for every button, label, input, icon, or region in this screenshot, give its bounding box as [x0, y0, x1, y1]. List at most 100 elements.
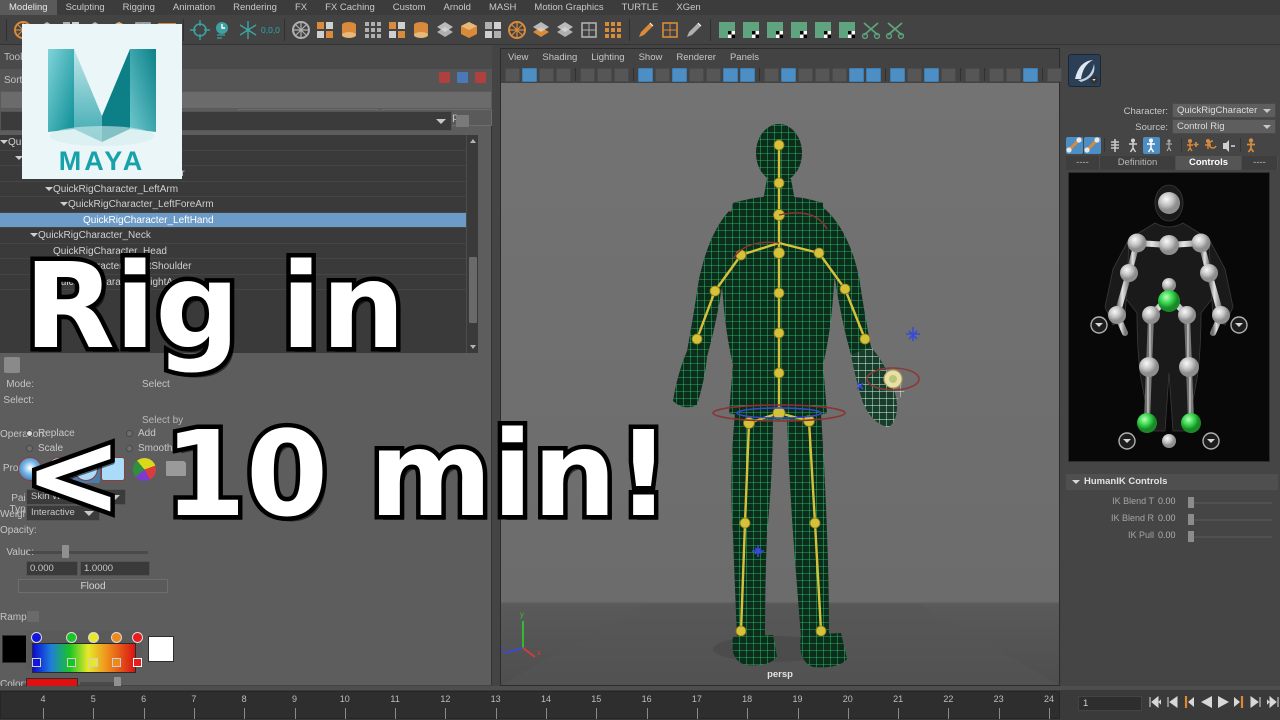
- camera-attrs-icon[interactable]: [522, 67, 537, 82]
- viewport-menu-panels[interactable]: Panels: [723, 49, 766, 66]
- ramp-stop-red[interactable]: [132, 632, 143, 643]
- humanik-tab-controls[interactable]: Controls: [1176, 156, 1242, 170]
- menu-item-rigging[interactable]: Rigging: [114, 0, 164, 15]
- ik-param-slider-track[interactable]: [1194, 501, 1272, 504]
- viewport-menu-show[interactable]: Show: [632, 49, 670, 66]
- speaker-icon[interactable]: [456, 115, 469, 127]
- snap-grid-icon[interactable]: [189, 19, 211, 41]
- menu-item-arnold[interactable]: Arnold: [434, 0, 479, 15]
- ramp-handle-blue[interactable]: [32, 658, 41, 667]
- resolution-gate-icon[interactable]: [672, 67, 687, 82]
- uv-editor-icon[interactable]: [836, 19, 858, 41]
- image-plane-icon[interactable]: [556, 67, 571, 82]
- circularize-icon[interactable]: [506, 19, 528, 41]
- body-part-icon[interactable]: [1125, 137, 1142, 154]
- step-forward-frame-button[interactable]: [1250, 694, 1263, 710]
- ik-param-value[interactable]: 0.00: [1158, 496, 1176, 506]
- menu-item-mash[interactable]: MASH: [480, 0, 525, 15]
- xray-icon[interactable]: [723, 67, 738, 82]
- smooth-icon[interactable]: [362, 19, 384, 41]
- smooth-shade-icon[interactable]: [781, 67, 796, 82]
- menu-item-custom[interactable]: Custom: [384, 0, 435, 15]
- grease-pencil-icon[interactable]: [614, 67, 629, 82]
- character-dropdown[interactable]: QuickRigCharacter: [1172, 103, 1276, 118]
- xray-joints-icon[interactable]: [740, 67, 755, 82]
- lighting-icon[interactable]: [849, 67, 864, 82]
- viewport-menu-view[interactable]: View: [501, 49, 535, 66]
- texture-icon[interactable]: [832, 67, 847, 82]
- bridge-icon[interactable]: [458, 19, 480, 41]
- snap-point-icon[interactable]: [237, 19, 259, 41]
- scrollbar-thumb[interactable]: [469, 257, 477, 323]
- isolate-select-icon[interactable]: [965, 67, 980, 82]
- source-dropdown[interactable]: Control Rig: [1172, 119, 1276, 134]
- shadows-icon[interactable]: [866, 67, 881, 82]
- film-gate-icon[interactable]: [655, 67, 670, 82]
- fill-hole-icon[interactable]: [530, 19, 552, 41]
- step-back-key-button[interactable]: [1182, 694, 1195, 710]
- expand-arrow-icon[interactable]: [60, 202, 68, 206]
- bookmarks-icon[interactable]: [539, 67, 554, 82]
- shade-toggle-icon[interactable]: [798, 67, 813, 82]
- uv-planar-icon[interactable]: [716, 19, 738, 41]
- ik-param-slider-track[interactable]: [1194, 518, 1272, 521]
- grid-toggle-icon[interactable]: [638, 67, 653, 82]
- play-forward-button[interactable]: [1216, 694, 1229, 710]
- min-value-field[interactable]: 0.000: [26, 561, 78, 576]
- outliner-row[interactable]: QuickRigCharacter_LeftForeArm: [0, 197, 466, 213]
- add-effector-icon[interactable]: [1184, 137, 1201, 154]
- humanik-tab-more[interactable]: ----: [1242, 156, 1278, 170]
- curve-tool-icon[interactable]: [635, 19, 657, 41]
- character-icon[interactable]: [1243, 137, 1260, 154]
- extrude-icon[interactable]: [410, 19, 432, 41]
- body-small-icon[interactable]: [1161, 137, 1178, 154]
- tree-view-icon[interactable]: [475, 72, 486, 83]
- uv-automatic-icon[interactable]: [788, 19, 810, 41]
- value-slider-track[interactable]: [28, 551, 148, 554]
- ramp-stop-orange[interactable]: [111, 632, 122, 643]
- screen-space-ao-icon[interactable]: [890, 67, 905, 82]
- ramp-white-swatch[interactable]: [148, 636, 174, 662]
- menu-item-sculpting[interactable]: Sculpting: [57, 0, 114, 15]
- combine-icon[interactable]: [290, 19, 312, 41]
- ik-param-value[interactable]: 0.00: [1158, 513, 1176, 523]
- sculpt-tool-icon[interactable]: [683, 19, 705, 41]
- multi-cut-icon[interactable]: [386, 19, 408, 41]
- panel-layout-icon[interactable]: [1006, 67, 1021, 82]
- exposure-icon[interactable]: [706, 67, 721, 82]
- mode-value[interactable]: Select: [142, 379, 170, 390]
- ramp-handle-orange[interactable]: [112, 658, 121, 667]
- paint-weights-icon[interactable]: [4, 357, 20, 373]
- mute-icon[interactable]: [1220, 137, 1237, 154]
- wireframe-on-shaded-icon[interactable]: [815, 67, 830, 82]
- select-camera-icon[interactable]: [505, 67, 520, 82]
- humanik-tab-more[interactable]: ----: [1066, 156, 1100, 170]
- uv-cut-icon[interactable]: [884, 19, 906, 41]
- ramp-stop-blue[interactable]: [31, 632, 42, 643]
- menu-item-fx-caching[interactable]: FX Caching: [316, 0, 384, 15]
- viewport-canvas[interactable]: y z x persp: [501, 83, 1059, 685]
- menu-item-xgen[interactable]: XGen: [667, 0, 709, 15]
- skeleton-icon[interactable]: [1107, 137, 1124, 154]
- ramp-stop-yellow[interactable]: [88, 632, 99, 643]
- list-view-icon[interactable]: [457, 72, 468, 83]
- mirror-icon[interactable]: [338, 19, 360, 41]
- step-back-frame-button[interactable]: [1165, 694, 1178, 710]
- bevel-icon[interactable]: [434, 19, 456, 41]
- go-to-end-button[interactable]: [1266, 694, 1280, 710]
- 2d-pan-zoom-icon[interactable]: [597, 67, 612, 82]
- bone-create-icon[interactable]: [1066, 136, 1083, 154]
- viewport-menu-lighting[interactable]: Lighting: [584, 49, 631, 66]
- step-forward-key-button[interactable]: [1233, 694, 1246, 710]
- full-body-icon[interactable]: [1143, 136, 1160, 154]
- menu-item-modeling[interactable]: Modeling: [0, 0, 57, 15]
- uv-unfold-icon[interactable]: [860, 19, 882, 41]
- expand-arrow-icon[interactable]: [45, 186, 53, 191]
- expand-arrow-icon[interactable]: [0, 140, 8, 144]
- no-sort-icon[interactable]: [439, 72, 450, 83]
- uv-cylindrical-icon[interactable]: [740, 19, 762, 41]
- viewport-layout-icon[interactable]: [989, 67, 1004, 82]
- menu-item-fx[interactable]: FX: [286, 0, 316, 15]
- scroll-up-icon[interactable]: [470, 139, 476, 143]
- scroll-down-icon[interactable]: [470, 345, 476, 349]
